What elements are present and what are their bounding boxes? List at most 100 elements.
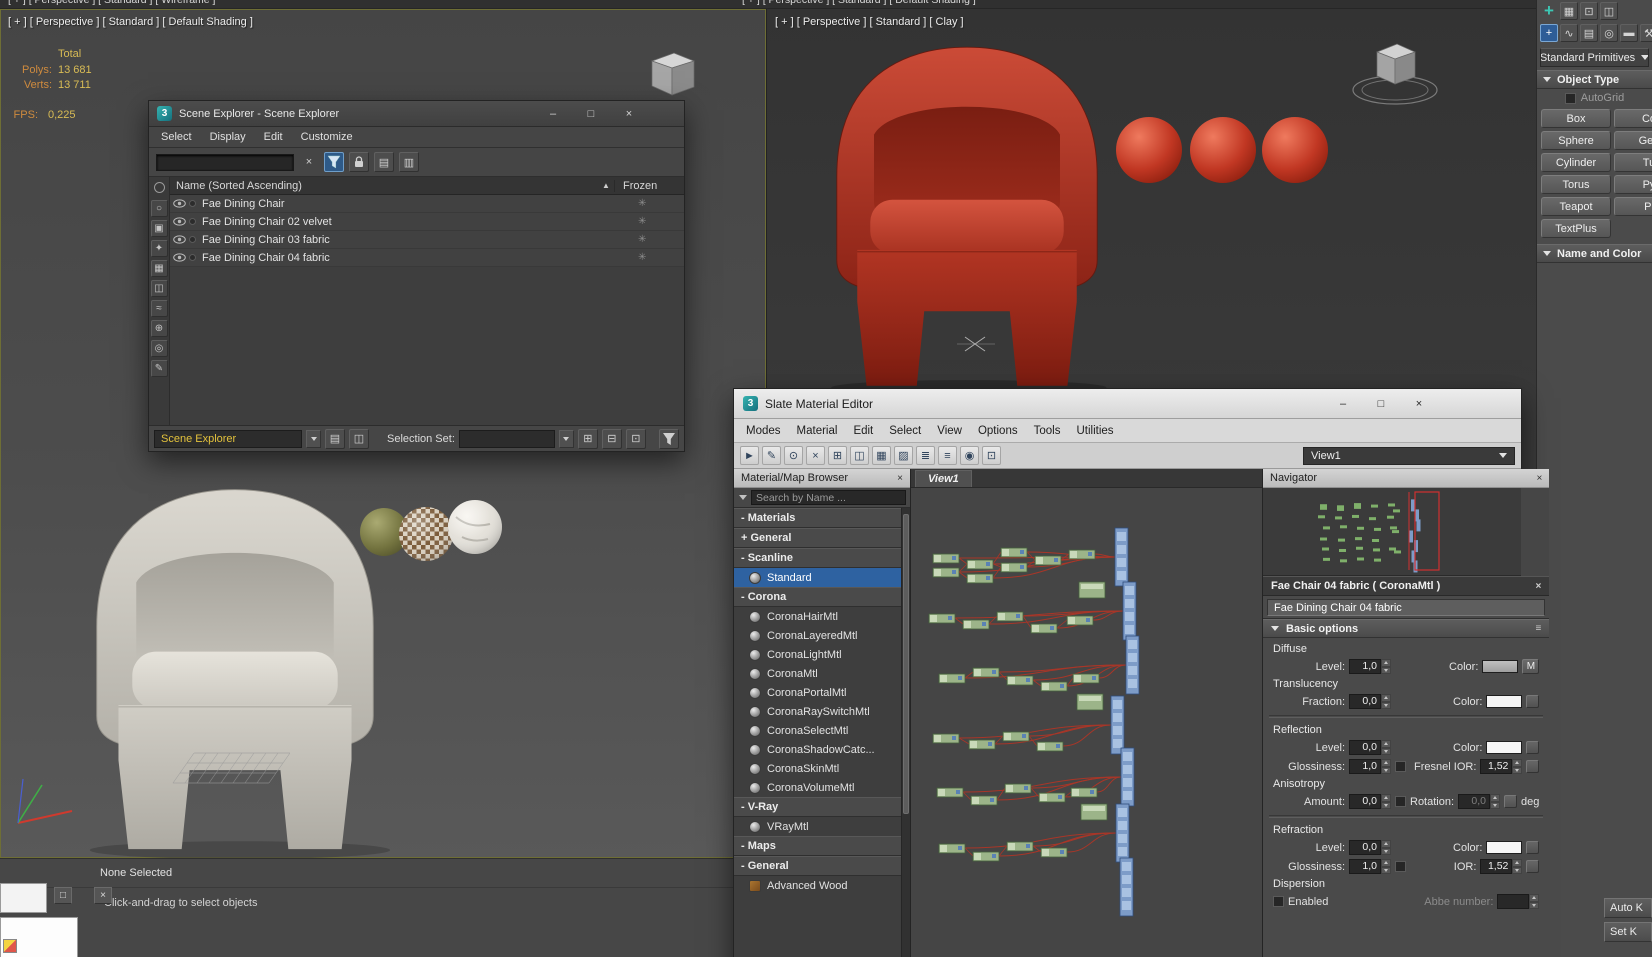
amount-map-checkbox[interactable] bbox=[1395, 796, 1406, 807]
maximize-icon[interactable]: □ bbox=[584, 108, 598, 120]
pick-material-icon[interactable]: ✎ bbox=[762, 446, 781, 465]
translucency-map-button[interactable] bbox=[1526, 695, 1540, 708]
browser-group-header[interactable]: - Materials bbox=[734, 508, 901, 528]
explorer-pin-icon[interactable]: ◫ bbox=[349, 428, 369, 449]
browser-item[interactable]: CoronaLightMtl bbox=[734, 645, 901, 664]
explorer-search-input[interactable] bbox=[156, 153, 294, 171]
name-color-rollout-header[interactable]: Name and Color bbox=[1537, 244, 1652, 263]
visibility-eye-icon[interactable] bbox=[170, 217, 187, 226]
sme-menu-view[interactable]: View bbox=[937, 425, 962, 437]
select-tool-icon[interactable]: ► bbox=[740, 446, 759, 465]
viewcube-gizmo[interactable] bbox=[636, 49, 700, 107]
assign-material-icon[interactable]: ⊙ bbox=[784, 446, 803, 465]
browser-item[interactable]: Standard bbox=[734, 568, 901, 587]
material-by-selection-icon[interactable]: ◉ bbox=[960, 446, 979, 465]
refraction-color-swatch[interactable] bbox=[1486, 841, 1523, 854]
browser-group-header[interactable]: + General bbox=[734, 528, 901, 548]
sme-menu-tools[interactable]: Tools bbox=[1034, 425, 1061, 437]
frozen-toggle-icon[interactable]: ✳ bbox=[614, 216, 684, 227]
browser-item[interactable]: CoronaSkinMtl bbox=[734, 759, 901, 778]
sme-menu-utilities[interactable]: Utilities bbox=[1076, 425, 1113, 437]
explorer-column-header[interactable]: Name (Sorted Ascending) ▲ Frozen bbox=[170, 177, 684, 195]
sme-menu-material[interactable]: Material bbox=[797, 425, 838, 437]
primitive-button-torus[interactable]: Torus bbox=[1541, 175, 1611, 194]
material-name-field[interactable]: Fae Dining Chair 04 fabric bbox=[1267, 599, 1546, 616]
se-menu-edit[interactable]: Edit bbox=[264, 131, 283, 143]
header-circle-icon[interactable] bbox=[153, 182, 165, 193]
scene-object-row[interactable]: Fae Dining Chair 04 fabric ✳ bbox=[170, 249, 684, 267]
visibility-eye-icon[interactable] bbox=[170, 199, 187, 208]
red-sphere-3[interactable] bbox=[1262, 117, 1328, 183]
close-icon[interactable]: × bbox=[897, 473, 903, 484]
scrollbar-thumb[interactable] bbox=[903, 514, 909, 814]
tab-utilities-icon[interactable]: ⚒ bbox=[1640, 24, 1652, 42]
navigator-minimap[interactable] bbox=[1263, 488, 1521, 576]
mini-window-close-icon[interactable]: × bbox=[94, 887, 112, 904]
scene-explorer-titlebar[interactable]: 3 Scene Explorer - Scene Explorer – □ × bbox=[149, 101, 684, 127]
se-menu-select[interactable]: Select bbox=[161, 131, 192, 143]
list-view-icon[interactable]: ▤ bbox=[374, 152, 394, 172]
se-menu-customize[interactable]: Customize bbox=[301, 131, 353, 143]
toolbar-extra-icon-3[interactable]: ◫ bbox=[1600, 2, 1618, 20]
minimize-icon[interactable]: – bbox=[546, 108, 560, 120]
scene-object-row[interactable]: Fae Dining Chair 02 velvet ✳ bbox=[170, 213, 684, 231]
layout-all-icon[interactable]: ≣ bbox=[916, 446, 935, 465]
explorer-name-combo[interactable]: Scene Explorer bbox=[154, 429, 302, 448]
browser-item[interactable]: CoronaLayeredMtl bbox=[734, 626, 901, 645]
rotation-map-button[interactable] bbox=[1504, 795, 1518, 808]
visibility-eye-icon[interactable] bbox=[170, 235, 187, 244]
tab-motion-icon[interactable]: ◎ bbox=[1600, 24, 1618, 42]
fresnel-map-button[interactable] bbox=[1526, 760, 1540, 773]
node-graph-canvas[interactable] bbox=[911, 488, 1263, 957]
toolbar-extra-icon-2[interactable]: ⊡ bbox=[1580, 2, 1598, 20]
ior-spinner[interactable]: 1,52 bbox=[1480, 859, 1523, 874]
primitive-button-cylinder[interactable]: Cylinder bbox=[1541, 153, 1611, 172]
frozen-toggle-icon[interactable]: ✳ bbox=[614, 252, 684, 263]
red-sphere-1[interactable] bbox=[1116, 117, 1182, 183]
explorer-type-icon[interactable]: ▤ bbox=[325, 428, 345, 449]
scene-object-row[interactable]: Fae Dining Chair ✳ bbox=[170, 195, 684, 213]
mini-window-maximize-icon[interactable]: □ bbox=[54, 887, 72, 904]
chevron-down-icon[interactable] bbox=[558, 429, 574, 448]
search-options-icon[interactable] bbox=[739, 495, 747, 500]
primitive-button-teapot[interactable]: Teapot bbox=[1541, 197, 1611, 216]
view-selector-dropdown[interactable]: View1 bbox=[1303, 446, 1515, 465]
object-type-rollout-header[interactable]: Object Type bbox=[1537, 70, 1652, 89]
reflection-map-button[interactable] bbox=[1526, 741, 1540, 754]
column-chooser-icon[interactable]: ▥ bbox=[399, 152, 419, 172]
material-params-header[interactable]: Fae Chair 04 fabric ( CoronaMtl ) × bbox=[1263, 576, 1550, 596]
zoom-extents-icon[interactable]: ⊡ bbox=[982, 446, 1001, 465]
close-icon[interactable]: × bbox=[1412, 398, 1426, 410]
maximize-icon[interactable]: □ bbox=[1374, 398, 1388, 410]
show-grid-icon[interactable]: ▦ bbox=[872, 446, 891, 465]
translucency-color-swatch[interactable] bbox=[1486, 695, 1523, 708]
browser-item[interactable]: CoronaRaySwitchMtl bbox=[734, 702, 901, 721]
browser-group-header[interactable]: - Corona bbox=[734, 587, 901, 607]
close-icon[interactable]: × bbox=[622, 108, 636, 120]
browser-item[interactable]: CoronaVolumeMtl bbox=[734, 778, 901, 797]
reflection-color-swatch[interactable] bbox=[1486, 741, 1523, 754]
sme-menu-select[interactable]: Select bbox=[889, 425, 921, 437]
fraction-spinner[interactable]: 0,0 bbox=[1349, 694, 1391, 709]
browser-item[interactable]: CoronaShadowCatc... bbox=[734, 740, 901, 759]
browser-item[interactable]: CoronaPortalMtl bbox=[734, 683, 901, 702]
toolbar-extra-icon-1[interactable]: ▦ bbox=[1560, 2, 1578, 20]
close-icon[interactable]: × bbox=[1536, 581, 1542, 592]
explorer-empty-area[interactable] bbox=[170, 267, 684, 425]
lock-icon[interactable] bbox=[349, 152, 369, 172]
primitive-button-sphere[interactable]: Sphere bbox=[1541, 131, 1611, 150]
display-geometry-icon[interactable]: ▣ bbox=[150, 220, 168, 237]
refraction-map-button[interactable] bbox=[1526, 841, 1540, 854]
browser-item[interactable]: CoronaSelectMtl bbox=[734, 721, 901, 740]
display-groups-icon[interactable]: ⊕ bbox=[150, 320, 168, 337]
amount-spinner[interactable]: 0,0 bbox=[1349, 794, 1391, 809]
sort-ascending-icon[interactable]: ▲ bbox=[598, 181, 614, 190]
browser-group-header[interactable]: - Maps bbox=[734, 836, 901, 856]
mini-listener-panel[interactable] bbox=[0, 883, 47, 913]
browser-search-input[interactable] bbox=[751, 490, 906, 505]
tab-create-icon[interactable]: + bbox=[1540, 24, 1558, 42]
viewport-label[interactable]: [ + ] [ Perspective ] [ Standard ] [ Def… bbox=[8, 16, 253, 28]
add-to-set-icon[interactable]: ⊟ bbox=[601, 428, 622, 449]
move-children-icon[interactable]: ⊞ bbox=[828, 446, 847, 465]
autogrid-checkbox[interactable] bbox=[1564, 92, 1576, 104]
